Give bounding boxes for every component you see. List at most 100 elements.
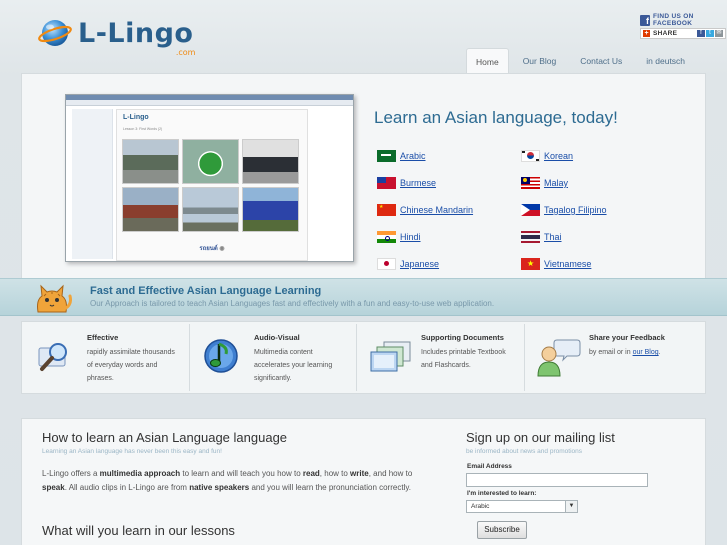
language-name: Thai — [544, 232, 562, 242]
hero-panel: L-Lingo Lesson 3: First Words (2) รถยนต์… — [21, 73, 706, 278]
language-name: Vietnamese — [544, 259, 592, 269]
language-name: Burmese — [400, 178, 437, 188]
language-name: Korean — [544, 151, 574, 161]
malay-flag-icon — [521, 177, 540, 189]
email-field[interactable] — [466, 473, 648, 487]
emphasis-text: multimedia approach — [99, 469, 181, 478]
nav-our-blog[interactable]: Our Blog — [513, 48, 567, 74]
screenshot-word-text: รถยนต์ — [199, 246, 218, 252]
language-name: Malay — [544, 178, 569, 188]
feature-text-part: . — [658, 349, 661, 356]
flag-part — [523, 178, 527, 182]
app-screenshot: L-Lingo Lesson 3: First Words (2) รถยนต์… — [65, 94, 354, 262]
email-label: Email Address — [467, 463, 512, 470]
email-small-icon: ✉ — [715, 30, 723, 37]
feature-divider — [524, 324, 525, 391]
paragraph-text: . All audio clips in L-Lingo are from — [64, 483, 190, 492]
language-name: Arabic — [400, 151, 426, 161]
how-to-paragraph: L-Lingo offers a multimedia approach to … — [42, 467, 427, 495]
feature-title: Supporting Documents — [421, 333, 504, 342]
paragraph-text: L-Lingo offers a — [42, 469, 100, 478]
paragraph-text: to learn and will teach you how to — [180, 469, 303, 478]
flag-part — [377, 150, 396, 162]
magnifier-icon — [36, 338, 76, 379]
emphasis-text: read — [302, 469, 320, 478]
documents-icon — [370, 340, 412, 379]
hero-title: Learn an Asian language, today! — [374, 108, 618, 127]
logo-text: L-Lingo — [78, 17, 194, 49]
feedback-person-icon-graphic — [537, 339, 581, 377]
screenshot-address-bar — [66, 100, 353, 106]
chinese-flag-icon: ★ — [377, 204, 396, 216]
emphasis-text: native speakers — [189, 483, 250, 492]
truck-image — [122, 139, 179, 184]
feature-title: Effective — [87, 333, 119, 342]
nav-home[interactable]: Home — [466, 48, 509, 74]
language-link-vietnamese[interactable]: ★ Vietnamese — [521, 258, 591, 270]
share-label: SHARE — [653, 30, 678, 37]
facebook-link[interactable]: f FIND US ON FACEBOOK — [640, 13, 727, 27]
airplane-image — [182, 187, 239, 232]
language-select[interactable]: Arabic ▼ — [466, 500, 578, 513]
flag-part — [527, 152, 534, 159]
approach-banner: Fast and Effective Asian Language Learni… — [0, 278, 727, 316]
twitter-small-icon: t — [706, 30, 714, 37]
thai-flag-icon — [521, 231, 540, 243]
screenshot-heading: Lesson 3: First Words (2) — [123, 127, 163, 131]
language-link-thai[interactable]: Thai — [521, 231, 562, 243]
screenshot-sidebar — [72, 109, 113, 259]
share-button[interactable]: + SHARE f t ✉ — [640, 28, 726, 39]
arabic-flag-icon — [377, 150, 396, 162]
how-to-subtitle: Learning an Asian language has never bee… — [42, 448, 222, 455]
paragraph-text: and you will learn the pronunciation cor… — [249, 483, 411, 492]
nav-contact-us[interactable]: Contact Us — [570, 48, 632, 74]
nav-in-deutsch[interactable]: in deutsch — [636, 48, 695, 74]
emphasis-text: speak — [42, 483, 65, 492]
flag-part — [536, 159, 539, 161]
flag-part: ★ — [379, 204, 384, 210]
language-name: Hindi — [400, 232, 421, 242]
language-select-value: Arabic — [471, 503, 490, 510]
language-link-malay[interactable]: Malay — [521, 177, 568, 189]
language-link-japanese[interactable]: Japanese — [377, 258, 439, 270]
korean-flag-icon — [521, 150, 540, 162]
burmese-flag-icon — [377, 177, 396, 189]
speaker-icon[interactable]: ◉ — [219, 246, 224, 252]
flag-part — [521, 231, 540, 243]
filipino-flag-icon — [521, 204, 540, 216]
football-image — [182, 139, 239, 184]
how-to-title: How to learn an Asian Language language — [42, 430, 288, 445]
feature-text-part: by email or in — [589, 349, 633, 356]
screenshot-image-grid — [122, 139, 299, 232]
language-link-chinese-mandarin[interactable]: ★ Chinese Mandarin — [377, 204, 473, 216]
subscribe-button[interactable]: Subscribe — [477, 521, 527, 539]
mailing-title: Sign up on our mailing list — [466, 430, 615, 445]
language-link-arabic[interactable]: Arabic — [377, 150, 426, 162]
cat-mascot-icon — [37, 284, 72, 313]
site-logo[interactable]: L-Lingo .com — [38, 16, 195, 57]
language-link-korean[interactable]: Korean — [521, 150, 573, 162]
flag-part: ★ — [527, 259, 535, 268]
mailing-subtitle: be informed about news and promotions — [466, 448, 582, 455]
language-link-burmese[interactable]: Burmese — [377, 177, 436, 189]
feature-text: by email or in our Blog. — [589, 346, 684, 359]
globe-icon — [38, 20, 72, 46]
language-link-hindi[interactable]: Hindi — [377, 231, 421, 243]
flag-part — [385, 235, 390, 241]
magnifier-icon-graphic — [38, 343, 67, 371]
flag-part — [522, 151, 525, 153]
feature-title: Audio-Visual — [254, 333, 300, 342]
our-blog-link[interactable]: our Blog — [633, 349, 659, 356]
content-panel: How to learn an Asian Language language … — [21, 418, 706, 545]
screenshot-content: L-Lingo Lesson 3: First Words (2) รถยนต์… — [116, 109, 308, 261]
main-nav: Home Our Blog Contact Us in deutsch — [466, 48, 699, 74]
language-link-tagalog-filipino[interactable]: Tagalog Filipino — [521, 204, 607, 216]
facebook-label: FIND US ON FACEBOOK — [653, 13, 694, 27]
feedback-person-icon — [537, 337, 581, 382]
documents-icon-graphic — [370, 341, 411, 372]
facebook-small-icon: f — [697, 30, 705, 37]
feature-divider — [356, 324, 357, 391]
flag-part — [381, 154, 391, 156]
banner-subtitle: Our Approach is tailored to teach Asian … — [90, 299, 495, 308]
feature-title: Share your Feedback — [589, 333, 665, 342]
